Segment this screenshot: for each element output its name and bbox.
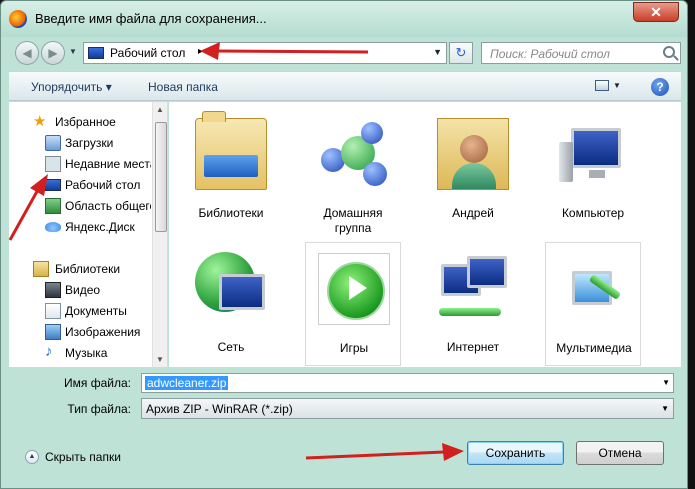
firefox-icon: [9, 10, 27, 28]
file-view: Библиотеки Домашняя группа Андрей Компью…: [169, 102, 681, 367]
scroll-down-icon[interactable]: ▼: [156, 355, 164, 364]
navigation-pane-scrollbar[interactable]: ▲ ▼: [152, 102, 167, 367]
images-library-icon: [45, 324, 61, 340]
list-item[interactable]: Интернет: [425, 242, 521, 366]
sidebar-item-yandex-disk[interactable]: Яндекс.Диск: [9, 217, 151, 237]
downloads-folder-icon: [45, 135, 61, 151]
sidebar-item-label: Документы: [65, 304, 127, 318]
sidebar-item-label: Загрузки: [65, 136, 114, 150]
cancel-button[interactable]: Отмена: [576, 441, 664, 465]
yandex-disk-icon: [45, 222, 61, 232]
filetype-select[interactable]: Архив ZIP - WinRAR (*.zip) ▼: [141, 398, 674, 419]
sidebar-item-label: Яндекс.Диск: [65, 220, 135, 234]
list-item[interactable]: Библиотеки: [183, 108, 279, 232]
sidebar-item-label: Область общего доступа: [65, 199, 151, 213]
libraries-icon: [33, 261, 49, 277]
list-item[interactable]: Мультимедиа: [545, 242, 641, 366]
view-options-dropdown-icon[interactable]: ▼: [613, 81, 621, 90]
refresh-button[interactable]: ↻: [449, 42, 473, 64]
sidebar-item-label: Недавние места: [65, 157, 151, 171]
navigation-bar: ◀ ▶ ▼ Рабочий стол ▸ ▼ ↻ Поиск: Рабочий …: [9, 39, 681, 67]
sidebar-group-libraries[interactable]: Библиотеки: [9, 259, 151, 279]
item-label: Андрей: [452, 206, 494, 220]
address-dropdown-icon[interactable]: ▼: [433, 47, 442, 57]
scrollbar-thumb[interactable]: [155, 122, 167, 232]
forward-button[interactable]: ▶: [41, 41, 65, 65]
item-label: Библиотеки: [198, 206, 264, 220]
sidebar-item-label: Музыка: [65, 346, 108, 360]
sidebar-item-downloads[interactable]: Загрузки: [9, 133, 151, 153]
chevron-up-icon: ▲: [25, 450, 39, 464]
filetype-value: Архив ZIP - WinRAR (*.zip): [146, 402, 293, 416]
save-button[interactable]: Сохранить: [467, 441, 564, 465]
sidebar-group-favorites[interactable]: ★ Избранное: [9, 112, 151, 132]
filename-value[interactable]: adwcleaner.zip: [145, 376, 229, 390]
address-location[interactable]: Рабочий стол: [110, 46, 185, 60]
sidebar-item-music[interactable]: ♪ Музыка: [9, 343, 151, 363]
item-label: Сеть: [217, 340, 245, 354]
list-item[interactable]: Домашняя группа: [305, 108, 401, 235]
search-placeholder: Поиск: Рабочий стол: [490, 47, 610, 61]
sidebar-item-recent-places[interactable]: Недавние места: [9, 154, 151, 174]
filetype-label: Тип файла:: [67, 402, 131, 416]
sidebar-item-documents[interactable]: Документы: [9, 301, 151, 321]
music-library-icon: ♪: [45, 343, 53, 360]
organize-menu-button[interactable]: Упорядочить ▾: [31, 80, 112, 94]
item-label: Мультимедиа: [556, 341, 632, 355]
help-button[interactable]: ?: [651, 78, 669, 96]
item-label: Компьютер: [561, 206, 625, 220]
network-icon: [195, 252, 267, 324]
list-item[interactable]: Сеть: [183, 242, 279, 366]
video-library-icon: [45, 282, 61, 298]
title-bar: Введите имя файла для сохранения... ✕: [1, 1, 687, 37]
filename-dropdown-icon[interactable]: ▼: [662, 378, 670, 387]
filetype-dropdown-icon[interactable]: ▼: [661, 404, 669, 413]
recent-places-icon: [45, 156, 61, 172]
sidebar-item-label: Изображения: [65, 325, 141, 339]
scroll-up-icon[interactable]: ▲: [156, 105, 164, 114]
back-button[interactable]: ◀: [15, 41, 39, 65]
internet-icon: [437, 252, 509, 324]
window-title: Введите имя файла для сохранения...: [35, 11, 267, 26]
sidebar-group-label: Библиотеки: [55, 262, 121, 276]
list-item[interactable]: Андрей: [425, 108, 521, 232]
sidebar-item-shared-area[interactable]: Область общего доступа: [9, 196, 151, 216]
computer-icon: [557, 118, 629, 190]
filename-input[interactable]: adwcleaner.zip ▼: [141, 373, 674, 393]
item-label: Игры: [339, 341, 369, 355]
multimedia-icon: [558, 253, 630, 325]
close-button[interactable]: ✕: [633, 2, 679, 22]
documents-library-icon: [45, 303, 61, 319]
breadcrumb-chevron-icon[interactable]: ▸: [198, 46, 203, 57]
search-input[interactable]: Поиск: Рабочий стол: [481, 42, 681, 64]
shared-folder-icon: [45, 198, 61, 214]
search-icon: [663, 46, 675, 58]
save-file-dialog: Введите имя файла для сохранения... ✕ ◀ …: [0, 0, 688, 489]
list-item[interactable]: Игры: [305, 242, 401, 366]
item-label: Интернет: [446, 340, 500, 354]
change-view-icon[interactable]: [595, 80, 609, 91]
sidebar-item-label: Рабочий стол: [65, 178, 141, 192]
item-label: Домашняя группа: [323, 206, 383, 235]
desktop-icon: [45, 179, 61, 191]
sidebar-item-desktop[interactable]: Рабочий стол: [9, 175, 151, 195]
sidebar-item-label: Видео: [65, 283, 101, 297]
recent-pages-dropdown-icon[interactable]: ▼: [69, 47, 77, 56]
sidebar-item-images[interactable]: Изображения: [9, 322, 151, 342]
list-item[interactable]: Компьютер: [545, 108, 641, 232]
command-toolbar: Упорядочить ▾ Новая папка ▼ ?: [9, 71, 681, 101]
star-icon: ★: [33, 113, 47, 130]
hide-folders-label: Скрыть папки: [45, 450, 121, 464]
user-folder-icon: [437, 118, 509, 190]
libraries-icon: [195, 111, 267, 190]
games-icon: [318, 253, 390, 325]
desktop-icon: [88, 47, 104, 59]
sidebar-group-label: Избранное: [55, 115, 116, 129]
navigation-pane: ★ Избранное Загрузки Недавние места Рабо…: [9, 102, 168, 367]
filename-label: Имя файла:: [64, 376, 131, 390]
sidebar-item-video[interactable]: Видео: [9, 280, 151, 300]
homegroup-icon: [317, 118, 389, 190]
address-bar[interactable]: Рабочий стол ▸ ▼: [83, 42, 447, 64]
new-folder-button[interactable]: Новая папка: [148, 80, 218, 94]
